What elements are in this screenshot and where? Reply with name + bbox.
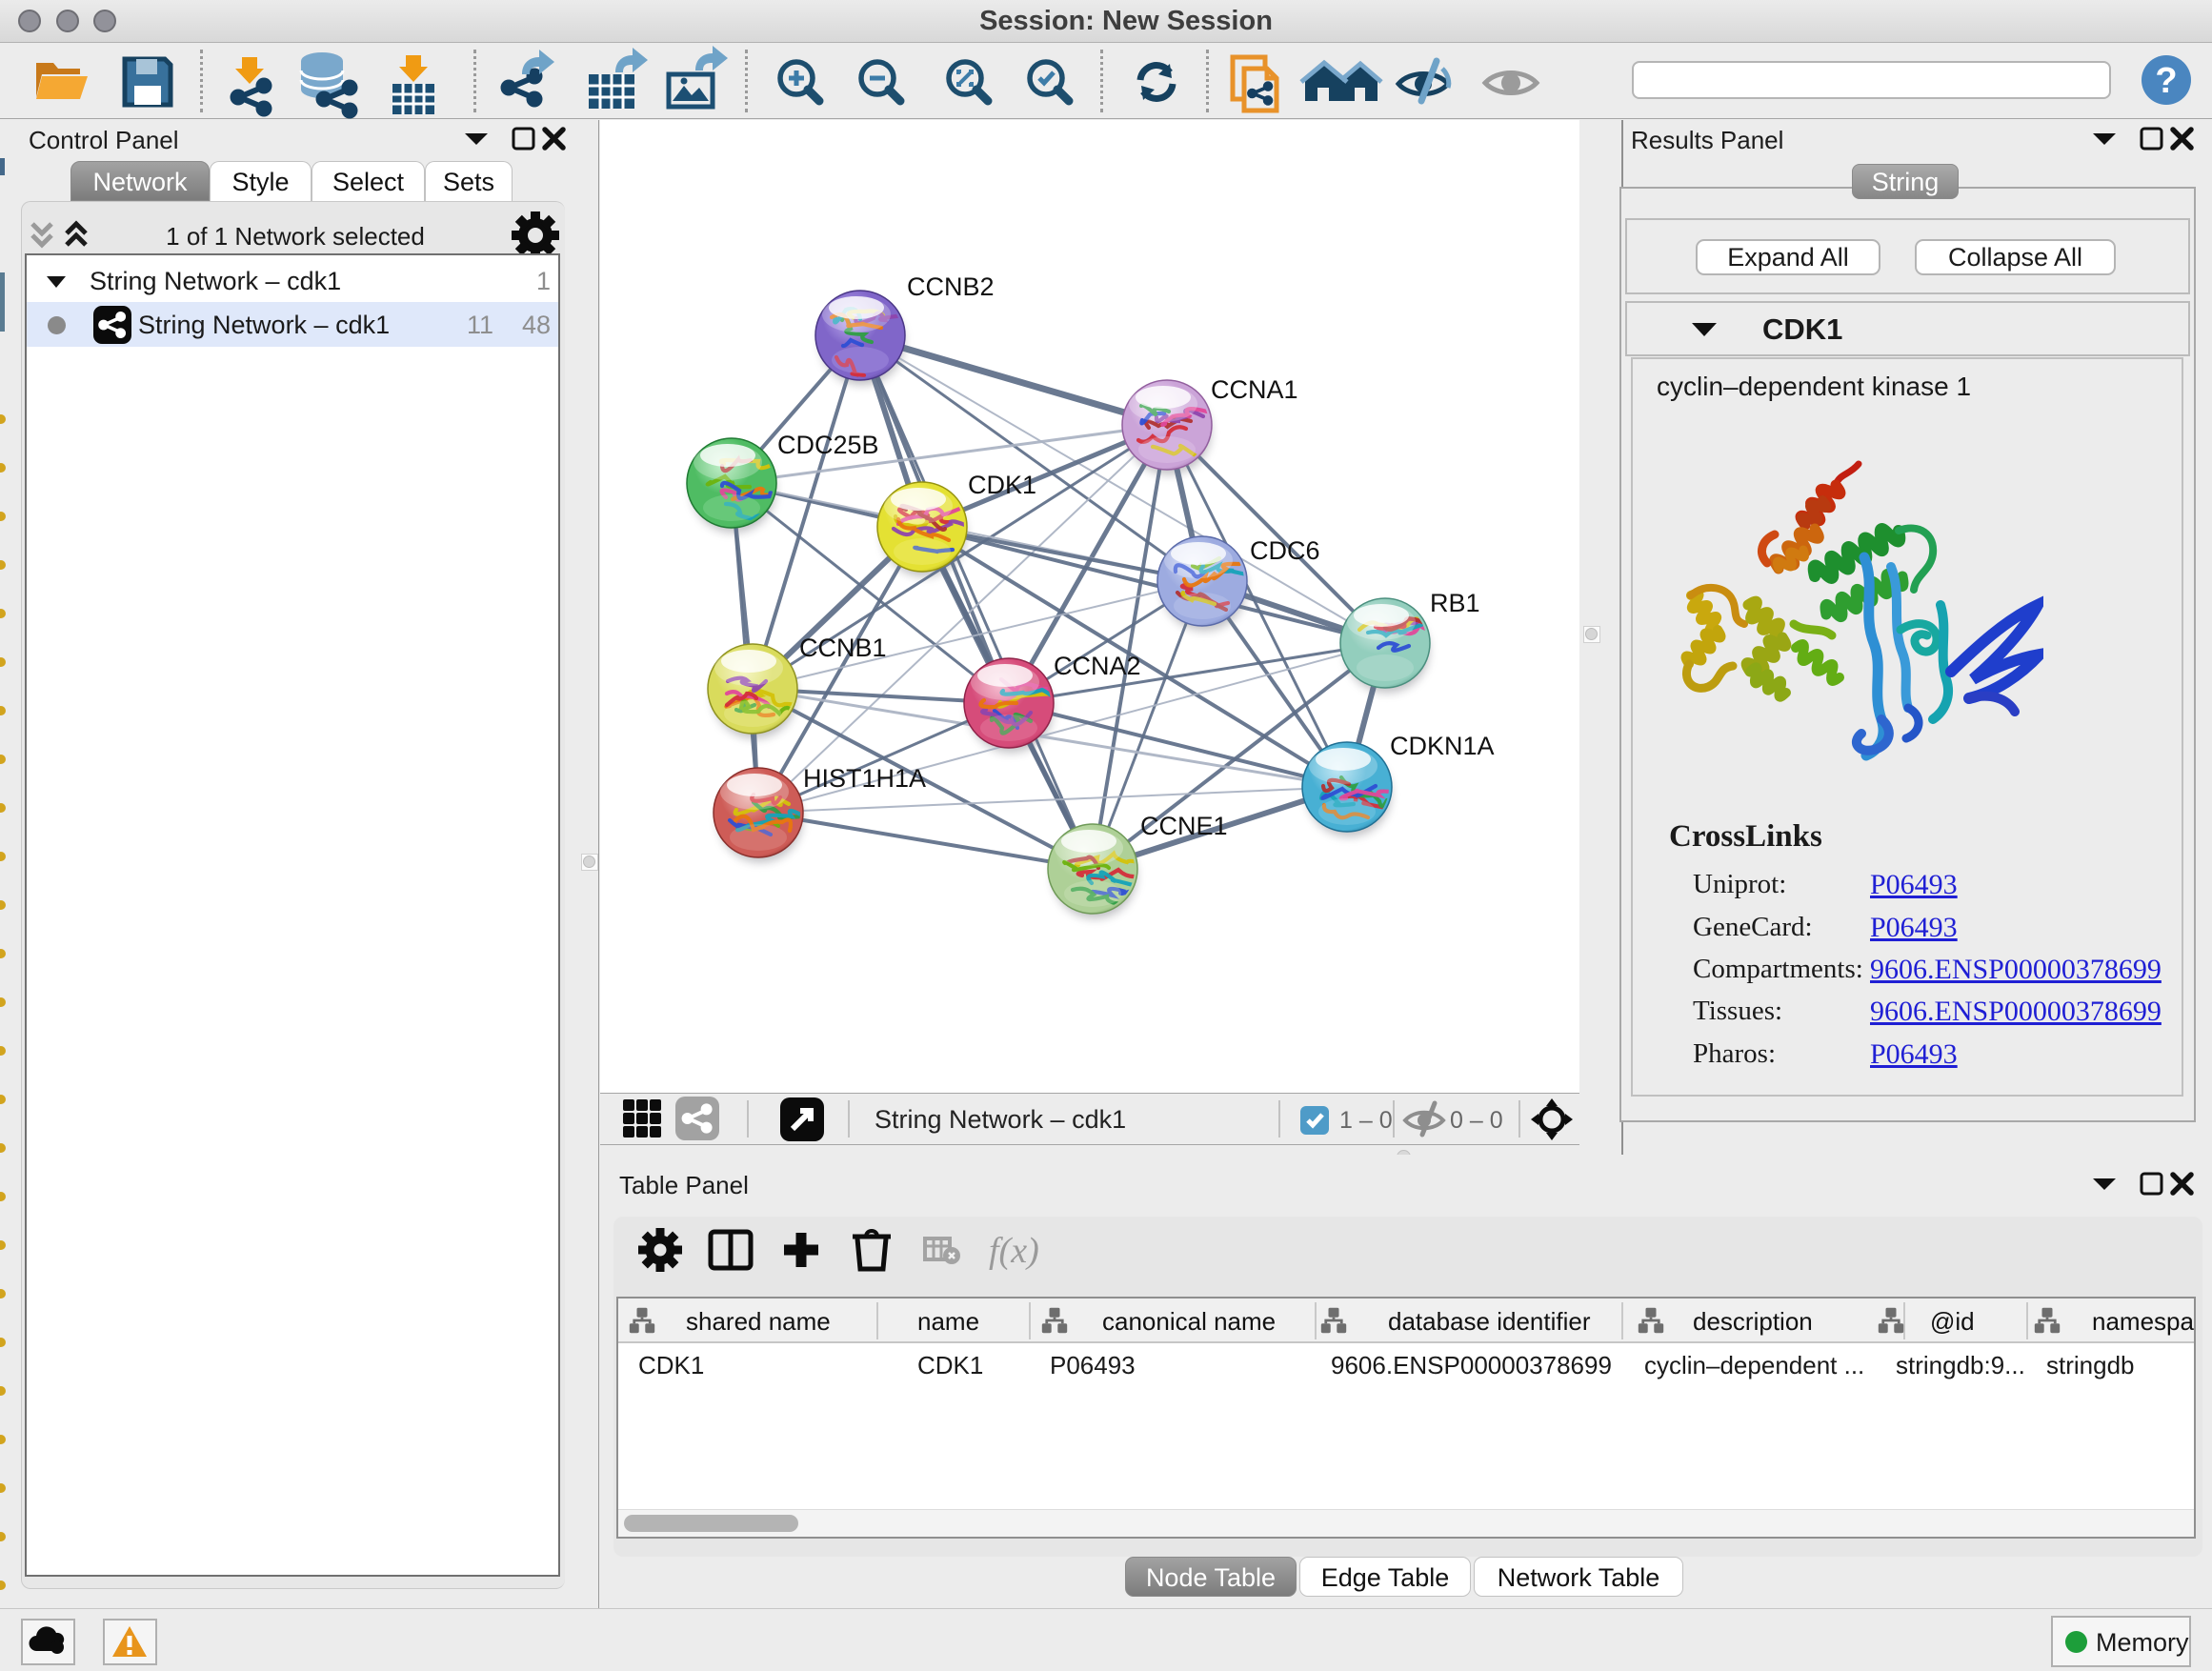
svg-text:CCNA2: CCNA2 <box>1054 652 1141 680</box>
svg-text:@id: @id <box>1930 1307 1975 1336</box>
svg-text:CDC6: CDC6 <box>1250 536 1320 565</box>
svg-text:CCNE1: CCNE1 <box>1140 812 1228 840</box>
svg-text:RB1: RB1 <box>1430 589 1480 617</box>
svg-text:1 – 0: 1 – 0 <box>1339 1107 1393 1134</box>
svg-text:canonical name: canonical name <box>1102 1307 1276 1336</box>
svg-text:CCNB2: CCNB2 <box>907 272 995 301</box>
svg-text:String Network – cdk1: String Network – cdk1 <box>875 1105 1126 1134</box>
svg-text:f(x): f(x) <box>989 1231 1039 1271</box>
svg-text:CCNB1: CCNB1 <box>799 634 887 662</box>
svg-text:name: name <box>917 1307 979 1336</box>
svg-text:HIST1H1A: HIST1H1A <box>803 764 926 793</box>
svg-text:shared name: shared name <box>686 1307 831 1336</box>
svg-text:CDKN1A: CDKN1A <box>1390 732 1495 760</box>
svg-text:namespace: namespace <box>2092 1307 2194 1336</box>
svg-text:database identifier: database identifier <box>1388 1307 1591 1336</box>
svg-text:CDC25B: CDC25B <box>777 431 879 459</box>
svg-text:description: description <box>1693 1307 1813 1336</box>
svg-text:CCNA1: CCNA1 <box>1211 375 1298 404</box>
svg-text:CDK1: CDK1 <box>968 471 1036 499</box>
svg-text:0 – 0: 0 – 0 <box>1450 1107 1503 1134</box>
svg-text:?: ? <box>2155 61 2177 101</box>
